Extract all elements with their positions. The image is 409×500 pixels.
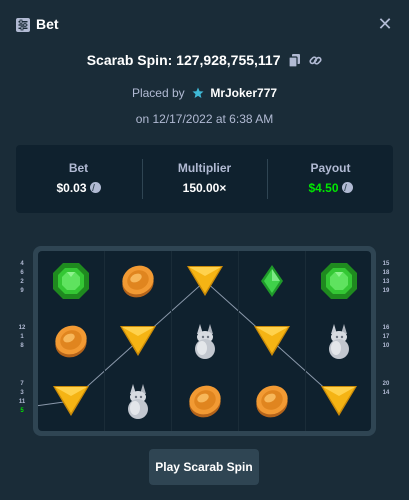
payline-number: 19 [382, 288, 390, 294]
payline-number: 2 [20, 279, 24, 285]
payline-number: 16 [382, 325, 390, 331]
scarab-symbol-icon [172, 311, 238, 371]
close-button[interactable]: ✕ [377, 15, 393, 33]
payline-number: 13 [382, 279, 390, 285]
emerald-symbol-icon [38, 251, 104, 311]
scarab-symbol-icon [105, 371, 171, 431]
bet-label: Bet [68, 161, 89, 175]
payout-label: Payout [310, 161, 351, 175]
username-link[interactable]: MrJoker777 [210, 86, 277, 100]
modal-title: Bet [36, 16, 59, 32]
payline-number: 1 [20, 334, 24, 340]
payline-number: 4 [20, 261, 24, 267]
payline-number: 15 [382, 261, 390, 267]
bet-date: on 12/17/2022 at 6:38 AM [135, 112, 274, 126]
payline-number: 9 [20, 288, 24, 294]
multiplier-label: Multiplier [177, 161, 232, 175]
litecoin-icon [89, 182, 101, 193]
triangle-symbol-icon [239, 311, 305, 371]
slot-board [33, 246, 376, 436]
payline-number: 14 [382, 390, 390, 396]
coin-symbol-icon [172, 371, 238, 431]
payout-value: $4.50 [308, 181, 339, 195]
bet-value-row: $0.03 [16, 181, 141, 195]
payline-number: 7 [20, 381, 24, 387]
coin-symbol-icon [239, 371, 305, 431]
diamond-symbol-icon [239, 251, 305, 311]
spin-id-label: Scarab Spin: 127,928,755,117 [86, 52, 281, 68]
play-scarab-spin-button[interactable]: Play Scarab Spin [149, 449, 259, 485]
sliders-icon [16, 18, 30, 32]
payout-value-row: $4.50 [268, 181, 393, 195]
coin-symbol-icon [38, 311, 104, 371]
bet-value: $0.03 [56, 181, 87, 195]
payline-number: 11 [18, 399, 26, 405]
reel-grid [38, 251, 371, 431]
spin-id-row: Scarab Spin: 127,928,755,117 [0, 52, 409, 68]
triangle-symbol-icon [172, 251, 238, 311]
payline-number: 5 [20, 408, 24, 414]
triangle-symbol-icon [38, 371, 104, 431]
scarab-symbol-icon [306, 311, 371, 371]
triangle-symbol-icon [105, 311, 171, 371]
link-icon[interactable] [309, 54, 322, 67]
payline-number: 18 [382, 270, 390, 276]
copy-icon[interactable] [289, 54, 301, 67]
payline-number: 10 [382, 343, 390, 349]
bet-stats-panel: Bet $0.03 Multiplier 150.00× Payout $4.5… [16, 145, 393, 213]
payline-number: 20 [382, 381, 390, 387]
litecoin-icon [341, 182, 353, 193]
placed-by-label: Placed by [131, 86, 185, 100]
payout-stat: Payout $4.50 [268, 145, 393, 213]
multiplier-stat: Multiplier 150.00× [142, 145, 267, 213]
triangle-symbol-icon [306, 371, 371, 431]
bet-stat: Bet $0.03 [16, 145, 141, 213]
vip-star-icon [192, 87, 204, 98]
placed-by-row: Placed by MrJoker777 [0, 86, 409, 100]
payline-number: 3 [20, 390, 24, 396]
emerald-symbol-icon [306, 251, 371, 311]
multiplier-value: 150.00× [182, 181, 227, 195]
modal-header: Bet ✕ [0, 0, 409, 50]
payline-number: 6 [20, 270, 24, 276]
payline-number: 12 [18, 325, 26, 331]
coin-symbol-icon [105, 251, 171, 311]
close-icon: ✕ [377, 14, 393, 34]
payline-number: 17 [382, 334, 390, 340]
payline-number: 8 [20, 343, 24, 349]
